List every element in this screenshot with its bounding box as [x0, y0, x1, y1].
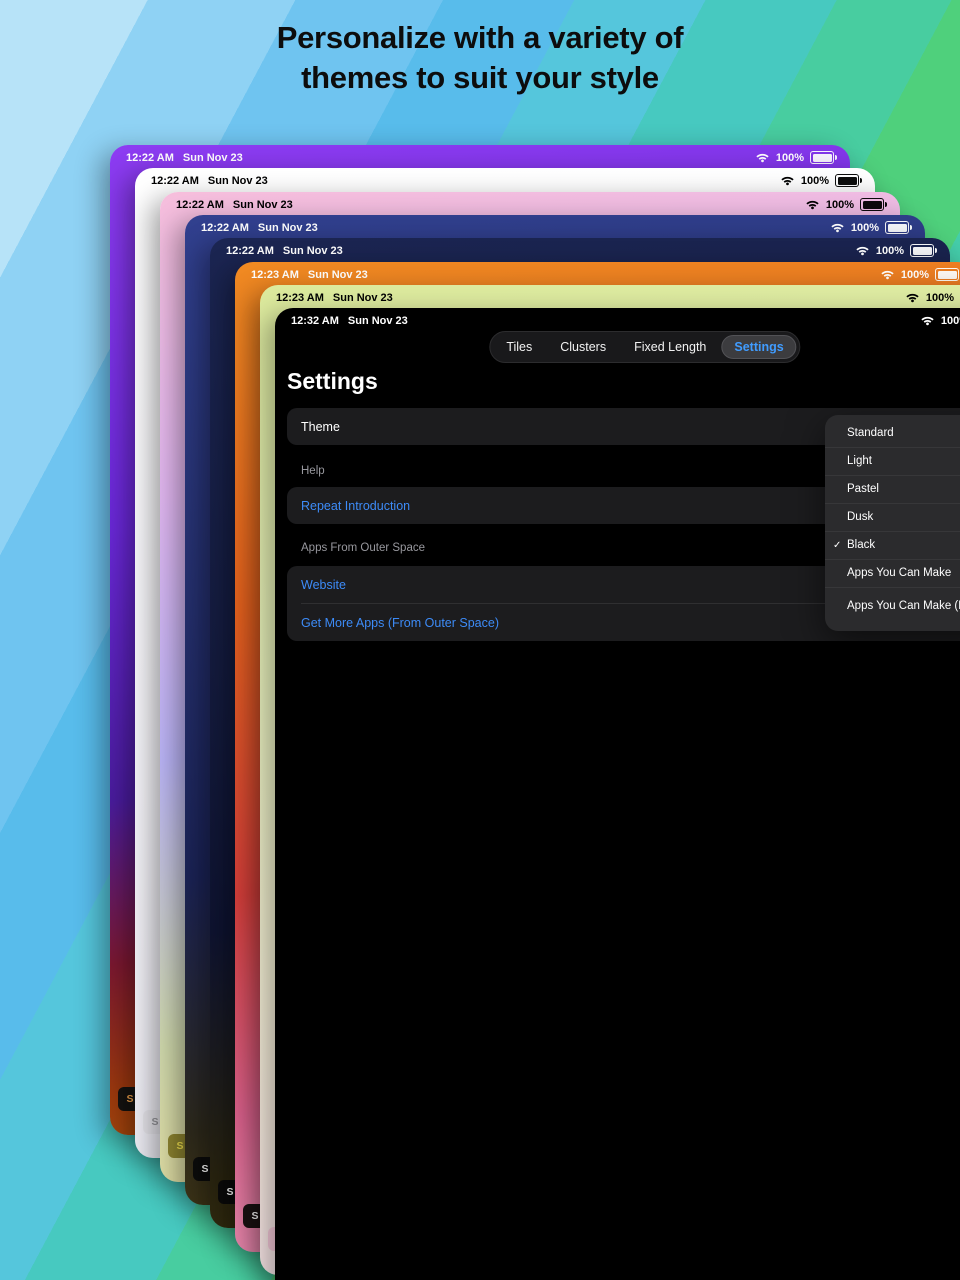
status-time: 12:32 AM — [291, 315, 339, 327]
heading-line-1: Personalize with a variety of — [0, 18, 960, 58]
status-date: Sun Nov 23 — [258, 222, 318, 234]
status-date: Sun Nov 23 — [333, 292, 393, 304]
view-mode-segmented-control: Tiles Clusters Fixed Length Settings — [489, 331, 800, 363]
tab-tiles[interactable]: Tiles — [493, 335, 545, 359]
status-date: Sun Nov 23 — [183, 152, 243, 164]
website-label: Website — [301, 578, 346, 592]
battery-percent: 100% — [851, 222, 879, 234]
battery-icon — [910, 244, 934, 257]
status-bar: 12:22 AM Sun Nov 23 100% — [135, 168, 875, 187]
battery-percent: 100% — [876, 245, 904, 257]
theme-dropdown-menu: Standard Light Pastel Dusk ✓ Black Apps … — [825, 415, 960, 631]
device-screen-black: 12:32 AM Sun Nov 23 100% Tiles Clusters … — [275, 308, 960, 1280]
get-more-apps-label: Get More Apps (From Outer Space) — [301, 616, 499, 630]
battery-icon — [810, 151, 834, 164]
status-date: Sun Nov 23 — [208, 175, 268, 187]
menu-item-apps-you-can-make[interactable]: Apps You Can Make — [825, 559, 960, 587]
menu-item-black[interactable]: ✓ Black — [825, 531, 960, 559]
status-time: 12:22 AM — [151, 175, 199, 187]
status-time: 12:22 AM — [201, 222, 249, 234]
battery-icon — [835, 174, 859, 187]
status-bar: 12:22 AM Sun Nov 23 100% — [185, 215, 925, 234]
heading-line-2: themes to suit your style — [0, 58, 960, 98]
status-time: 12:22 AM — [176, 199, 224, 211]
menu-item-apps-you-can-make-light[interactable]: Apps You Can Make (Light) — [825, 587, 960, 626]
wifi-icon — [920, 315, 935, 326]
repeat-introduction-label: Repeat Introduction — [301, 499, 410, 513]
section-header-help: Help — [301, 465, 325, 477]
wifi-icon — [805, 199, 820, 210]
menu-item-dusk[interactable]: Dusk — [825, 503, 960, 531]
status-bar: 12:32 AM Sun Nov 23 100% — [275, 308, 960, 327]
menu-item-standard[interactable]: Standard — [825, 420, 960, 447]
tab-settings[interactable]: Settings — [721, 335, 796, 359]
status-time: 12:23 AM — [276, 292, 324, 304]
status-time: 12:22 AM — [126, 152, 174, 164]
theme-row-label: Theme — [301, 420, 340, 434]
wifi-icon — [830, 222, 845, 233]
wifi-icon — [905, 292, 920, 303]
page-title: Settings — [287, 368, 378, 395]
status-bar: 12:22 AM Sun Nov 23 100% — [160, 192, 900, 211]
status-bar: 12:23 AM Sun Nov 23 100% — [260, 285, 960, 304]
battery-icon — [860, 198, 884, 211]
battery-icon — [935, 268, 959, 281]
status-time: 12:23 AM — [251, 269, 299, 281]
battery-percent: 100% — [776, 152, 804, 164]
battery-icon — [885, 221, 909, 234]
status-bar: 12:22 AM Sun Nov 23 100% — [210, 238, 950, 257]
status-date: Sun Nov 23 — [308, 269, 368, 281]
wifi-icon — [780, 175, 795, 186]
status-date: Sun Nov 23 — [283, 245, 343, 257]
page-heading: Personalize with a variety of themes to … — [0, 18, 960, 98]
battery-percent: 100% — [901, 269, 929, 281]
menu-item-light[interactable]: Light — [825, 447, 960, 475]
tab-fixed-length[interactable]: Fixed Length — [621, 335, 719, 359]
battery-percent: 100% — [826, 199, 854, 211]
app-store-screenshot: Personalize with a variety of themes to … — [0, 0, 960, 1280]
wifi-icon — [755, 152, 770, 163]
status-date: Sun Nov 23 — [233, 199, 293, 211]
checkmark-icon: ✓ — [833, 540, 847, 551]
status-bar: 12:22 AM Sun Nov 23 100% — [110, 145, 850, 164]
status-bar: 12:23 AM Sun Nov 23 100% — [235, 262, 960, 281]
battery-percent: 100% — [926, 292, 954, 304]
menu-item-pastel[interactable]: Pastel — [825, 475, 960, 503]
battery-percent: 100% — [941, 315, 960, 327]
section-header-apps: Apps From Outer Space — [301, 542, 425, 554]
status-time: 12:22 AM — [226, 245, 274, 257]
wifi-icon — [880, 269, 895, 280]
battery-percent: 100% — [801, 175, 829, 187]
wifi-icon — [855, 245, 870, 256]
tab-clusters[interactable]: Clusters — [547, 335, 619, 359]
status-date: Sun Nov 23 — [348, 315, 408, 327]
